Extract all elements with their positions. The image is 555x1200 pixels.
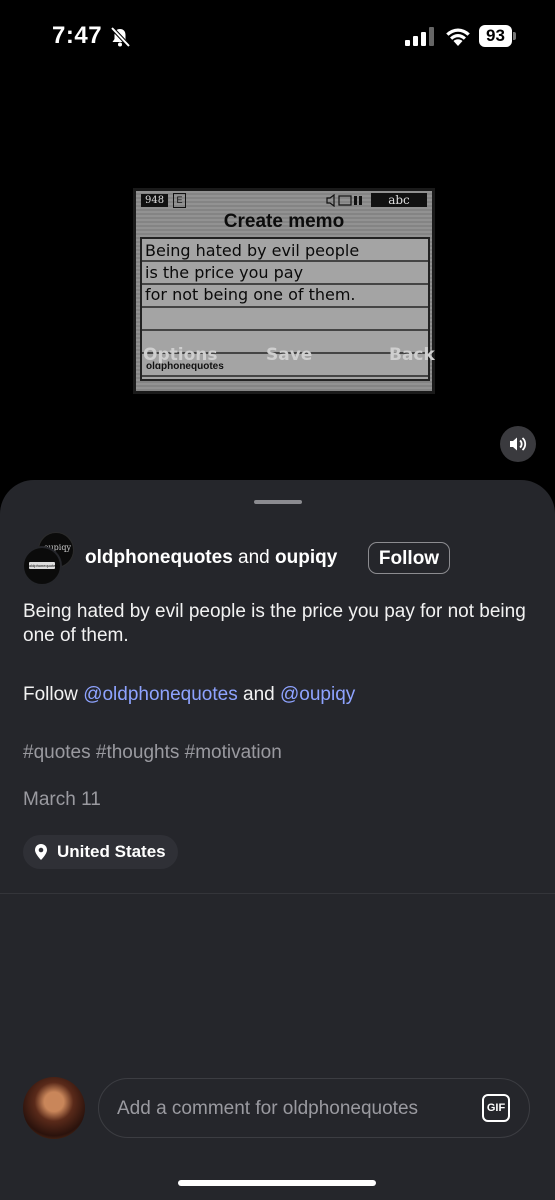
current-user-avatar[interactable] xyxy=(23,1077,85,1139)
location-chip[interactable]: United States xyxy=(23,835,178,869)
post-details-sheet: oupiqy oldphonequotes oldphonequotes and… xyxy=(0,480,555,1200)
author-primary[interactable]: oldphonequotes xyxy=(85,547,233,568)
phone-mode-icon: E xyxy=(173,193,186,208)
home-indicator[interactable] xyxy=(178,1180,376,1186)
author-secondary[interactable]: oupiqy xyxy=(275,547,337,568)
section-divider xyxy=(0,893,555,894)
sound-toggle-button[interactable] xyxy=(500,426,536,462)
phone-status-row: 948 E abc xyxy=(139,193,429,209)
avatar-oldphonequotes: oldphonequotes xyxy=(22,546,62,586)
comment-input[interactable]: Add a comment for oldphonequotes GIF xyxy=(98,1078,530,1138)
location-pin-icon xyxy=(35,844,47,860)
wifi-icon xyxy=(446,28,470,46)
follow-prefix: Follow xyxy=(23,684,84,705)
post-authors[interactable]: oldphonequotes and oupiqy xyxy=(85,547,337,569)
phone-memo-line: Being hated by evil people xyxy=(145,241,360,260)
post-hashtags[interactable]: #quotes #thoughts #motivation xyxy=(23,742,282,764)
comment-bar: Add a comment for oldphonequotes GIF xyxy=(0,1072,555,1152)
phone-softkey-save: Save xyxy=(266,345,313,365)
location-label: United States xyxy=(57,842,166,861)
cellular-signal-icon xyxy=(405,27,434,46)
phone-softkey-options: Options xyxy=(143,345,218,365)
mention-oupiqy[interactable]: @oupiqy xyxy=(280,684,355,705)
phone-memo-line: is the price you pay xyxy=(145,263,304,282)
bell-slash-icon xyxy=(110,26,131,48)
mention-oldphonequotes[interactable]: @oldphonequotes xyxy=(83,684,238,705)
phone-title: Create memo xyxy=(223,211,345,232)
phone-softkey-back: Back xyxy=(389,345,435,365)
post-date: March 11 xyxy=(23,789,101,810)
phone-input-mode: abc xyxy=(371,193,427,207)
speaker-icon xyxy=(510,437,527,451)
comment-placeholder: Add a comment for oldphonequotes xyxy=(117,1098,419,1119)
video-player[interactable]: 948 E abc Create memo Being hated by evi… xyxy=(0,72,555,492)
gif-button[interactable]: GIF xyxy=(482,1094,510,1122)
author-avatars[interactable]: oupiqy oldphonequotes xyxy=(22,532,76,586)
post-caption: Being hated by evil people is the price … xyxy=(23,601,526,646)
follow-mentions-line: Follow @oldphonequotes and @oupiqy xyxy=(23,684,355,706)
battery-nub xyxy=(513,32,516,40)
phone-memo-line: for not being one of them. xyxy=(145,285,356,304)
phone-counter: 948 xyxy=(141,194,169,207)
sheet-drag-handle[interactable] xyxy=(254,500,302,504)
mention-joiner: and xyxy=(237,684,280,705)
phone-status-icons xyxy=(326,194,362,207)
battery-indicator: 93 xyxy=(479,25,512,47)
avatar-oldphonequotes-text: oldphonequotes xyxy=(29,562,58,569)
author-joiner: and xyxy=(232,547,276,568)
status-bar: 7:47 93 xyxy=(0,0,555,72)
clock: 7:47 xyxy=(52,22,103,49)
follow-button[interactable]: Follow xyxy=(368,542,450,574)
